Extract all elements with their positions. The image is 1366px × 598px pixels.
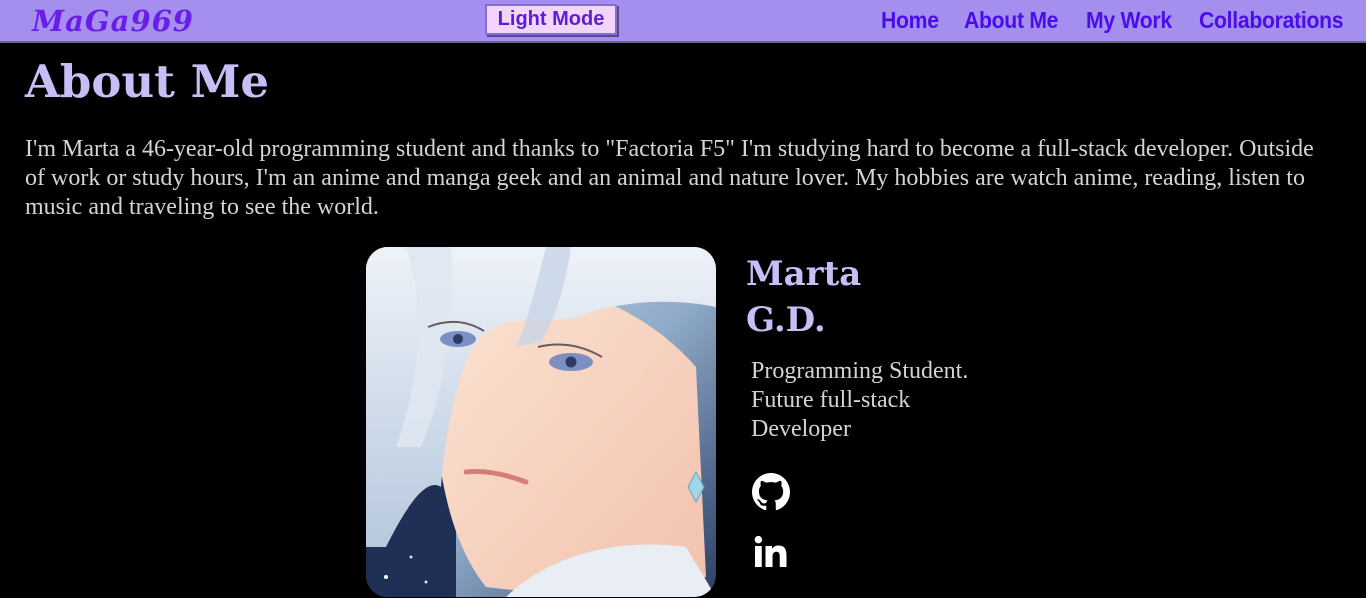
profile-avatar [366, 247, 716, 597]
github-icon[interactable] [752, 473, 790, 511]
profile-last-name: G.D. [746, 300, 826, 340]
linkedin-icon[interactable] [752, 534, 790, 572]
role-line-2: Future full-stack [751, 387, 911, 413]
role-line-3: Developer [751, 416, 851, 442]
page-title: About Me [25, 55, 270, 108]
role-line-1: Programming Student. [751, 358, 969, 384]
profile-first-name: Marta [746, 254, 862, 294]
about-intro-text: I'm Marta a 46-year-old programming stud… [25, 136, 1314, 220]
site-logo[interactable]: MaGa969 [32, 3, 194, 39]
nav-link-my-work[interactable]: My Work [1086, 4, 1172, 36]
nav-link-collaborations[interactable]: Collaborations [1199, 4, 1344, 36]
profile-name: Marta G.D. [746, 251, 861, 343]
nav-link-about-me[interactable]: About Me [964, 4, 1058, 36]
light-mode-button[interactable]: Light Mode [485, 4, 617, 35]
profile-role: Programming Student. Future full-stack D… [751, 357, 991, 444]
navbar: MaGa969 Light Mode Home About Me My Work… [0, 0, 1366, 43]
nav-link-home[interactable]: Home [881, 4, 939, 36]
nav-links: Home About Me My Work Collaborations [881, 4, 1356, 36]
